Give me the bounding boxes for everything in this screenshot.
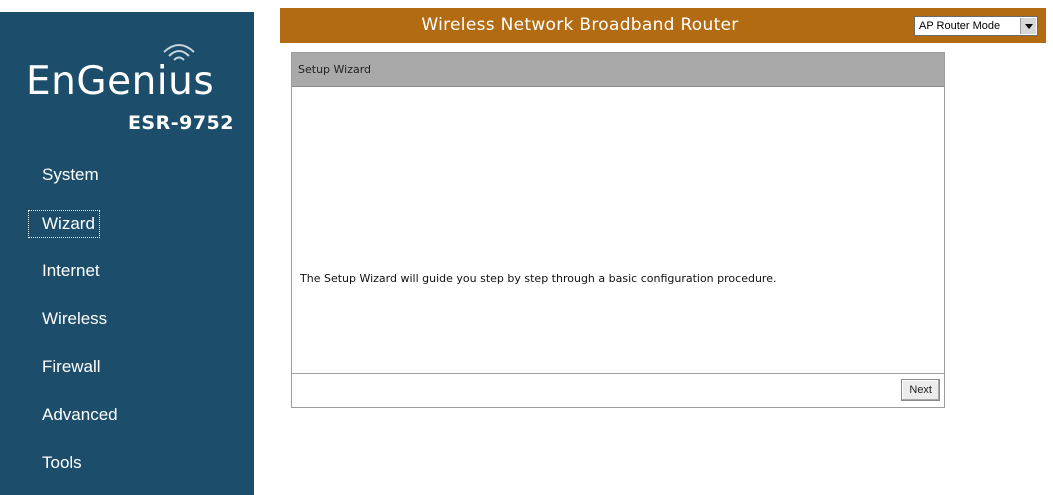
sidebar-item-label: System <box>42 165 99 184</box>
sidebar-item-label: Advanced <box>42 405 118 424</box>
panel-body: The Setup Wizard will guide you step by … <box>292 87 944 374</box>
sidebar-item-label: Internet <box>42 261 100 280</box>
sidebar-item-advanced[interactable]: Advanced <box>0 402 254 450</box>
sidebar-item-label: Firewall <box>42 357 101 376</box>
sidebar-item-tools[interactable]: Tools <box>0 450 254 495</box>
sidebar-item-system[interactable]: System <box>0 162 254 210</box>
mode-select-value: AP Router Mode <box>919 20 1001 32</box>
sidebar-item-firewall[interactable]: Firewall <box>0 354 254 402</box>
sidebar-item-internet[interactable]: Internet <box>0 258 254 306</box>
chevron-down-icon[interactable] <box>1020 18 1036 34</box>
panel-title: Setup Wizard <box>292 53 944 87</box>
sidebar-item-wireless[interactable]: Wireless <box>0 306 254 354</box>
model-number: ESR-9752 <box>127 112 234 134</box>
mode-select[interactable]: AP Router Mode <box>914 16 1038 36</box>
sidebar-nav: System Wizard Internet Wireless Firewall… <box>0 162 254 495</box>
sidebar-item-label: Wireless <box>42 309 108 328</box>
sidebar-item-label: Tools <box>42 453 82 472</box>
brand-name: EnGenius <box>26 59 215 104</box>
logo: EnGenius ESR-9752 <box>0 44 254 152</box>
router-admin-page: EnGenius ESR-9752 System Wizard Internet… <box>0 0 1053 495</box>
header-bar: Wireless Network Broadband Router AP Rou… <box>280 8 1046 43</box>
setup-wizard-panel: Setup Wizard The Setup Wizard will guide… <box>291 52 945 408</box>
sidebar: EnGenius ESR-9752 System Wizard Internet… <box>0 12 254 495</box>
next-button[interactable]: Next <box>901 379 940 401</box>
page-title: Wireless Network Broadband Router <box>421 15 739 35</box>
wizard-description: The Setup Wizard will guide you step by … <box>300 272 777 285</box>
sidebar-item-label: Wizard <box>28 210 100 238</box>
sidebar-item-wizard[interactable]: Wizard <box>0 210 254 258</box>
